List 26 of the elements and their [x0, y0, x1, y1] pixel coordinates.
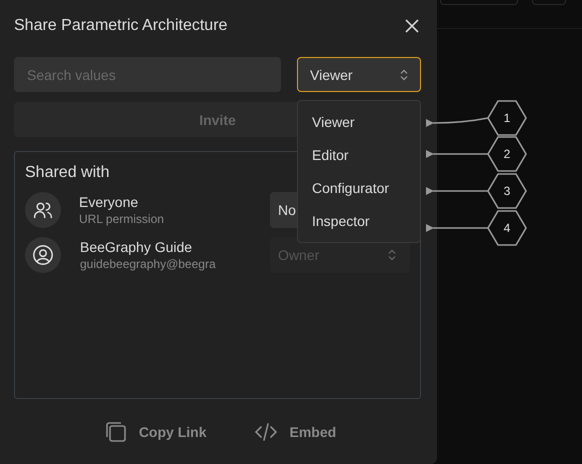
close-button[interactable]	[403, 17, 421, 35]
callout: 2	[426, 136, 527, 172]
copy-icon	[104, 421, 127, 443]
chevron-icon	[400, 68, 408, 80]
menu-item[interactable]: Viewer	[298, 105, 420, 138]
toolbar-button[interactable]	[440, 0, 518, 5]
copy-link-button[interactable]: Copy Link	[104, 421, 206, 443]
user-icon	[32, 244, 54, 266]
member-name: BeeGraphy Guide	[80, 239, 194, 255]
member-detail: URL permission	[79, 212, 165, 226]
menu-item[interactable]: Editor	[298, 138, 420, 172]
toolbar-button[interactable]	[532, 0, 566, 5]
users-icon	[33, 200, 53, 220]
member-name: Everyone	[79, 194, 140, 210]
menu-item[interactable]: Inspector	[298, 204, 420, 238]
role-select[interactable]: Viewer	[297, 57, 421, 92]
code-icon	[255, 422, 278, 442]
chevron-icon	[388, 249, 396, 261]
dialog-title: Share Parametric Architecture	[14, 17, 228, 35]
callout: 1	[426, 100, 527, 136]
callout: 4	[426, 210, 527, 246]
member-detail: guidebeegraphy@beegra	[80, 257, 217, 271]
embed-button[interactable]: Embed	[255, 421, 336, 443]
callout: 3	[426, 173, 527, 209]
section-title: Shared with	[25, 164, 110, 182]
menu-item[interactable]: Configurator	[298, 172, 420, 205]
